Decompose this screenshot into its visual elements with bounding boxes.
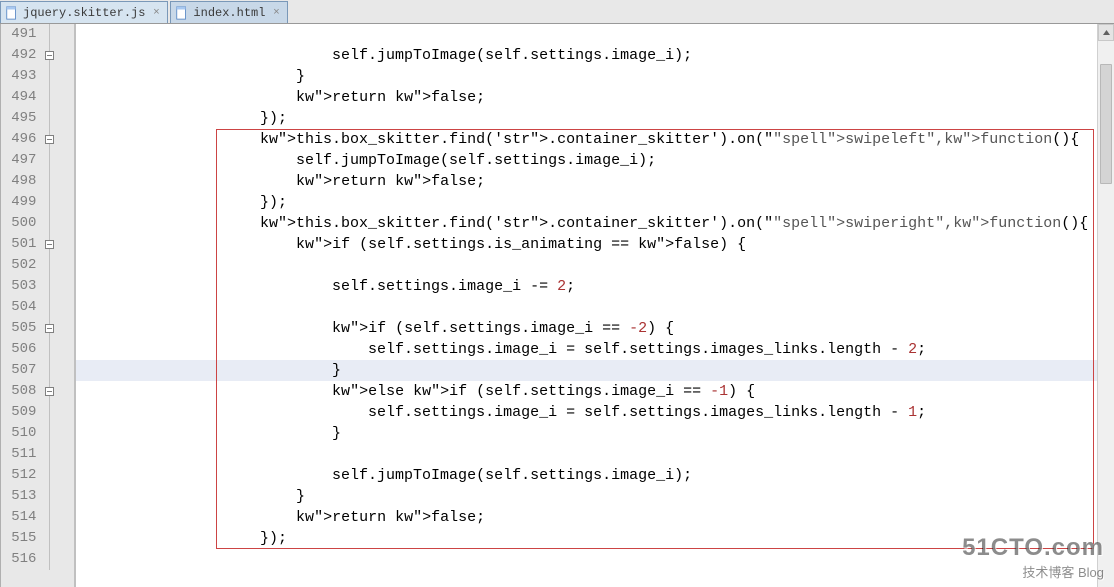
- code-line[interactable]: kw">this.box_skitter.find('str">.contain…: [76, 129, 1114, 150]
- fold-cell: [42, 528, 74, 549]
- line-number: 516: [1, 549, 42, 570]
- tab-label: index.html: [193, 6, 265, 20]
- code-line[interactable]: [76, 24, 1114, 45]
- gutter: 4914924934944954964974984995005015025035…: [1, 24, 76, 587]
- close-icon[interactable]: ×: [151, 8, 161, 18]
- close-icon[interactable]: ×: [271, 8, 281, 18]
- fold-cell: [42, 171, 74, 192]
- line-number: 513: [1, 486, 42, 507]
- code-editor[interactable]: 4914924934944954964974984995005015025035…: [0, 24, 1114, 587]
- fold-cell: [42, 255, 74, 276]
- line-number: 494: [1, 87, 42, 108]
- fold-cell: [42, 381, 74, 402]
- vertical-scrollbar[interactable]: [1097, 24, 1114, 587]
- code-line[interactable]: }: [76, 486, 1114, 507]
- code-line[interactable]: }: [76, 423, 1114, 444]
- line-number: 503: [1, 276, 42, 297]
- scroll-thumb[interactable]: [1100, 64, 1112, 184]
- code-line[interactable]: [76, 255, 1114, 276]
- fold-toggle-icon[interactable]: [45, 324, 54, 333]
- code-line[interactable]: });: [76, 528, 1114, 549]
- line-number: 496: [1, 129, 42, 150]
- line-number: 508: [1, 381, 42, 402]
- code-line[interactable]: self.settings.image_i = self.settings.im…: [76, 402, 1114, 423]
- fold-cell: [42, 234, 74, 255]
- fold-cell: [42, 549, 74, 570]
- code-line[interactable]: kw">if (self.settings.image_i == -2) {: [76, 318, 1114, 339]
- fold-cell: [42, 276, 74, 297]
- line-number: 509: [1, 402, 42, 423]
- line-number: 495: [1, 108, 42, 129]
- line-number: 514: [1, 507, 42, 528]
- code-line[interactable]: self.jumpToImage(self.settings.image_i);: [76, 45, 1114, 66]
- fold-cell: [42, 486, 74, 507]
- code-line[interactable]: [76, 549, 1114, 570]
- line-number: 493: [1, 66, 42, 87]
- fold-toggle-icon[interactable]: [45, 387, 54, 396]
- fold-cell: [42, 66, 74, 87]
- code-line[interactable]: kw">if (self.settings.is_animating == kw…: [76, 234, 1114, 255]
- line-number: 506: [1, 339, 42, 360]
- line-number: 492: [1, 45, 42, 66]
- tab-label: jquery.skitter.js: [23, 6, 145, 20]
- code-line[interactable]: kw">return kw">false;: [76, 87, 1114, 108]
- fold-toggle-icon[interactable]: [45, 135, 54, 144]
- code-line[interactable]: }: [76, 66, 1114, 87]
- fold-cell: [42, 465, 74, 486]
- fold-cell: [42, 192, 74, 213]
- code-line[interactable]: self.settings.image_i = self.settings.im…: [76, 339, 1114, 360]
- fold-cell: [42, 360, 74, 381]
- fold-cell: [42, 150, 74, 171]
- code-line[interactable]: kw">else kw">if (self.settings.image_i =…: [76, 381, 1114, 402]
- line-number: 510: [1, 423, 42, 444]
- line-number: 511: [1, 444, 42, 465]
- fold-cell: [42, 108, 74, 129]
- tab-bar: jquery.skitter.js × index.html ×: [0, 0, 1114, 24]
- code-line[interactable]: }: [76, 360, 1114, 381]
- fold-cell: [42, 318, 74, 339]
- code-line[interactable]: [76, 444, 1114, 465]
- line-number: 515: [1, 528, 42, 549]
- fold-toggle-icon[interactable]: [45, 51, 54, 60]
- fold-cell: [42, 129, 74, 150]
- fold-cell: [42, 297, 74, 318]
- line-number: 498: [1, 171, 42, 192]
- tab-active[interactable]: jquery.skitter.js ×: [0, 1, 168, 23]
- code-line[interactable]: self.jumpToImage(self.settings.image_i);: [76, 150, 1114, 171]
- code-line[interactable]: self.settings.image_i -= 2;: [76, 276, 1114, 297]
- fold-cell: [42, 402, 74, 423]
- fold-cell: [42, 87, 74, 108]
- fold-toggle-icon[interactable]: [45, 240, 54, 249]
- code-line[interactable]: self.jumpToImage(self.settings.image_i);: [76, 465, 1114, 486]
- fold-cell: [42, 213, 74, 234]
- code-line[interactable]: kw">return kw">false;: [76, 507, 1114, 528]
- file-js-icon: [5, 6, 19, 20]
- code-line[interactable]: });: [76, 108, 1114, 129]
- file-html-icon: [175, 6, 189, 20]
- fold-cell: [42, 507, 74, 528]
- code-line[interactable]: });: [76, 192, 1114, 213]
- line-number: 501: [1, 234, 42, 255]
- fold-cell: [42, 444, 74, 465]
- line-number: 505: [1, 318, 42, 339]
- code-area[interactable]: self.jumpToImage(self.settings.image_i);…: [76, 24, 1114, 587]
- line-number: 507: [1, 360, 42, 381]
- fold-cell: [42, 423, 74, 444]
- line-number: 491: [1, 24, 42, 45]
- scroll-up-button[interactable]: [1098, 24, 1114, 41]
- code-line[interactable]: kw">this.box_skitter.find('str">.contain…: [76, 213, 1114, 234]
- line-number: 504: [1, 297, 42, 318]
- line-number: 512: [1, 465, 42, 486]
- code-line[interactable]: kw">return kw">false;: [76, 171, 1114, 192]
- code-line[interactable]: [76, 297, 1114, 318]
- line-number: 500: [1, 213, 42, 234]
- fold-cell: [42, 45, 74, 66]
- line-number: 497: [1, 150, 42, 171]
- line-number: 499: [1, 192, 42, 213]
- fold-cell: [42, 339, 74, 360]
- line-number: 502: [1, 255, 42, 276]
- tab-inactive[interactable]: index.html ×: [170, 1, 288, 23]
- fold-cell: [42, 24, 74, 45]
